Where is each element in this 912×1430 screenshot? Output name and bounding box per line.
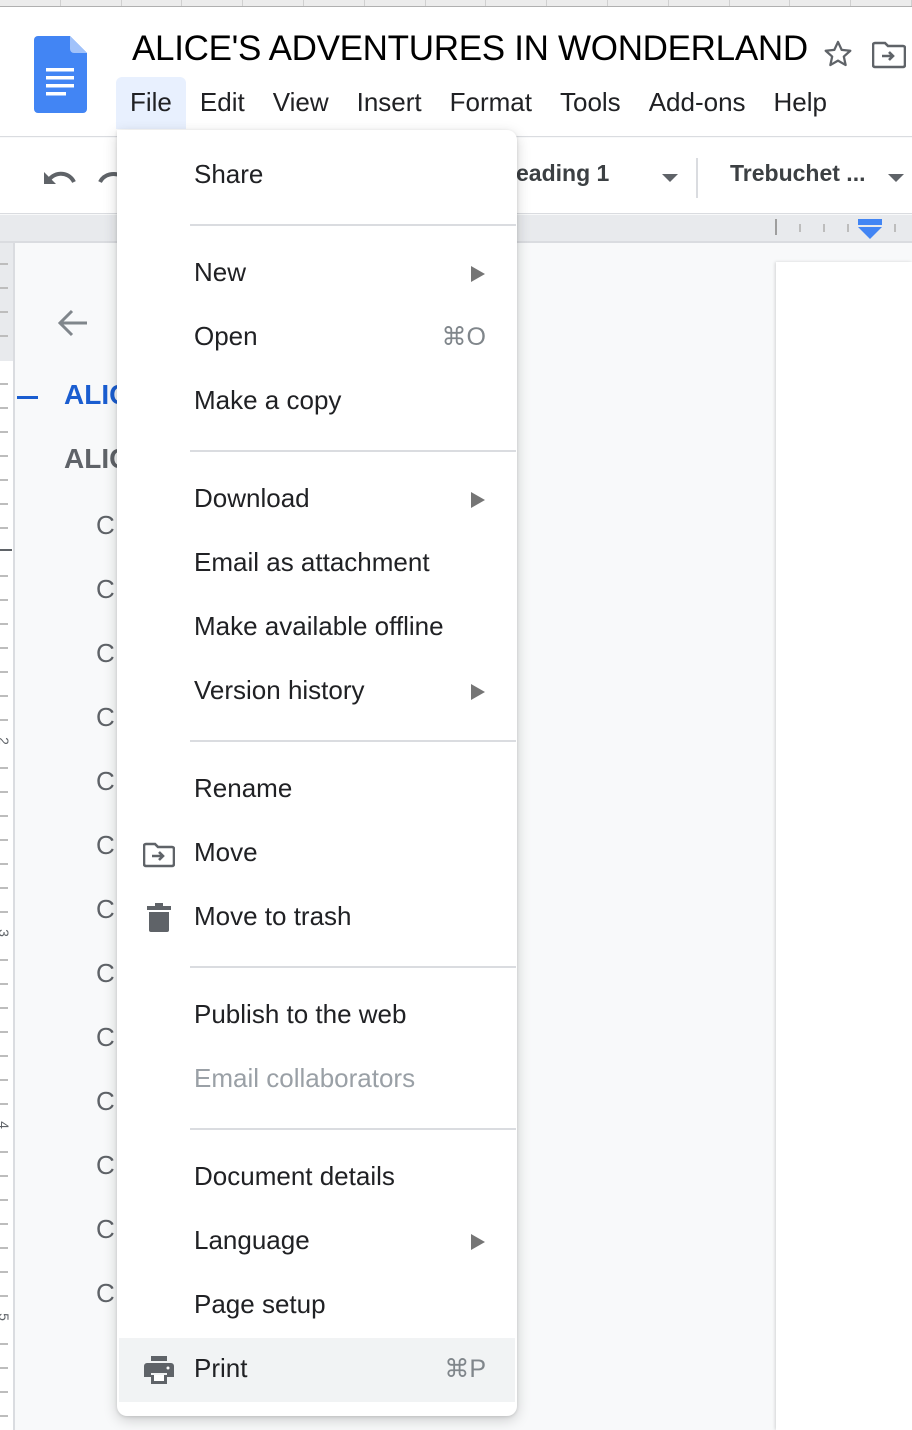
keyboard-shortcut: ⌘P: [444, 1355, 486, 1383]
menu-item-page-setup[interactable]: Page setup: [117, 1274, 517, 1338]
outline-subheading[interactable]: C: [96, 1150, 115, 1181]
menu-item-label: Email collaborators: [194, 1063, 416, 1093]
menu-item-open[interactable]: Open ⌘O: [117, 306, 517, 370]
printer-icon: [144, 1356, 174, 1384]
menu-item-label: Move: [194, 837, 258, 867]
document-outline-panel: ALIC ALIC C C C C C C C C C C C C C: [17, 245, 117, 1430]
outline-subheading[interactable]: C: [96, 830, 115, 861]
menu-item-make-a-copy[interactable]: Make a copy: [117, 370, 517, 434]
menu-item-label: Page setup: [194, 1289, 326, 1319]
menu-item-label: Publish to the web: [194, 999, 407, 1029]
menu-item-version-history[interactable]: Version history: [117, 660, 517, 724]
menu-item-make-available-offline[interactable]: Make available offline: [117, 596, 517, 660]
submenu-arrow-icon: [471, 266, 485, 282]
menu-item-label: Open: [194, 321, 258, 351]
submenu-arrow-icon: [471, 492, 485, 508]
menu-item-label: Make a copy: [194, 385, 342, 415]
menu-item-label: Print: [194, 1353, 248, 1383]
outline-subheading[interactable]: C: [96, 574, 115, 605]
menu-file[interactable]: File: [116, 77, 186, 129]
submenu-arrow-icon: [471, 684, 485, 700]
move-to-folder-icon: [143, 842, 175, 868]
menu-item-email-as-attachment[interactable]: Email as attachment: [117, 532, 517, 596]
menu-item-label: Version history: [194, 675, 365, 705]
menu-item-move-to-trash[interactable]: Move to trash: [117, 886, 517, 950]
star-icon[interactable]: [821, 37, 855, 71]
menu-bar: File Edit View Insert Format Tools Add-o…: [116, 77, 841, 129]
menu-item-label: Share: [194, 159, 264, 189]
outline-subheading[interactable]: C: [96, 702, 115, 733]
menu-item-email-collaborators: Email collaborators: [117, 1048, 517, 1112]
menu-divider: [190, 966, 516, 968]
paragraph-style-dropdown[interactable]: eading 1: [516, 160, 609, 187]
undo-icon[interactable]: [40, 162, 80, 192]
menu-item-label: Rename: [194, 773, 293, 803]
menu-divider: [190, 224, 516, 226]
document-page[interactable]: [776, 262, 912, 1430]
outline-subheading[interactable]: C: [96, 1214, 115, 1245]
menu-view[interactable]: View: [259, 77, 343, 129]
menu-item-language[interactable]: Language: [117, 1210, 517, 1274]
menu-item-new[interactable]: New: [117, 242, 517, 306]
outline-subheading[interactable]: C: [96, 1022, 115, 1053]
menu-insert[interactable]: Insert: [343, 77, 436, 129]
indent-marker-icon[interactable]: [858, 219, 882, 241]
menu-divider: [190, 1128, 516, 1130]
outline-subheading[interactable]: C: [96, 1086, 115, 1117]
outline-heading[interactable]: ALIC: [64, 379, 117, 411]
arrow-left-icon[interactable]: [55, 305, 91, 341]
menu-format[interactable]: Format: [436, 77, 546, 129]
vertical-ruler[interactable]: 2 3 4 5: [0, 243, 15, 1430]
menu-item-label: Make available offline: [194, 611, 444, 641]
document-title[interactable]: ALICE'S ADVENTURES IN WONDERLAND: [132, 29, 808, 69]
font-family-dropdown[interactable]: Trebuchet ...: [730, 160, 865, 187]
menu-item-label: Language: [194, 1225, 310, 1255]
menu-item-label: Download: [194, 483, 310, 513]
outline-subheading[interactable]: C: [96, 510, 115, 541]
ruler-number: 5: [0, 1313, 12, 1321]
trash-icon: [147, 903, 171, 932]
ruler-number: 2: [0, 737, 12, 745]
menu-item-label: Document details: [194, 1161, 395, 1191]
active-heading-indicator: [17, 396, 38, 399]
toolbar-divider: [696, 158, 698, 198]
file-menu-dropdown: Share New Open ⌘O Make a copy Download E…: [117, 130, 517, 1416]
chevron-down-icon[interactable]: [888, 174, 904, 182]
keyboard-shortcut: ⌘O: [441, 323, 486, 351]
move-to-folder-icon[interactable]: [872, 39, 906, 69]
outline-heading[interactable]: ALIC: [64, 443, 117, 475]
menu-item-publish-to-the-web[interactable]: Publish to the web: [117, 984, 517, 1048]
google-docs-logo-icon[interactable]: [34, 36, 87, 114]
menu-item-share[interactable]: Share: [117, 144, 517, 208]
ruler-number: 3: [0, 929, 12, 937]
submenu-arrow-icon: [471, 1234, 485, 1250]
outline-subheading[interactable]: C: [96, 766, 115, 797]
menu-item-download[interactable]: Download: [117, 468, 517, 532]
browser-tab-strip: [0, 0, 912, 7]
ruler-number: 4: [0, 1121, 12, 1129]
menu-add-ons[interactable]: Add-ons: [635, 77, 760, 129]
menu-divider: [190, 450, 516, 452]
menu-divider: [190, 740, 516, 742]
menu-item-label: New: [194, 257, 247, 287]
menu-help[interactable]: Help: [760, 77, 841, 129]
menu-tools[interactable]: Tools: [546, 77, 635, 129]
chevron-down-icon[interactable]: [662, 174, 678, 182]
docs-header: ALICE'S ADVENTURES IN WONDERLAND File Ed…: [0, 7, 912, 137]
menu-item-print[interactable]: Print ⌘P: [119, 1338, 515, 1402]
outline-subheading[interactable]: C: [96, 958, 115, 989]
menu-item-rename[interactable]: Rename: [117, 758, 517, 822]
outline-subheading[interactable]: C: [96, 894, 115, 925]
menu-item-move[interactable]: Move: [117, 822, 517, 886]
menu-item-label: Move to trash: [194, 901, 352, 931]
menu-item-label: Email as attachment: [194, 547, 430, 577]
menu-edit[interactable]: Edit: [186, 77, 259, 129]
menu-item-document-details[interactable]: Document details: [117, 1146, 517, 1210]
outline-subheading[interactable]: C: [96, 638, 115, 669]
outline-subheading[interactable]: C: [96, 1278, 115, 1309]
